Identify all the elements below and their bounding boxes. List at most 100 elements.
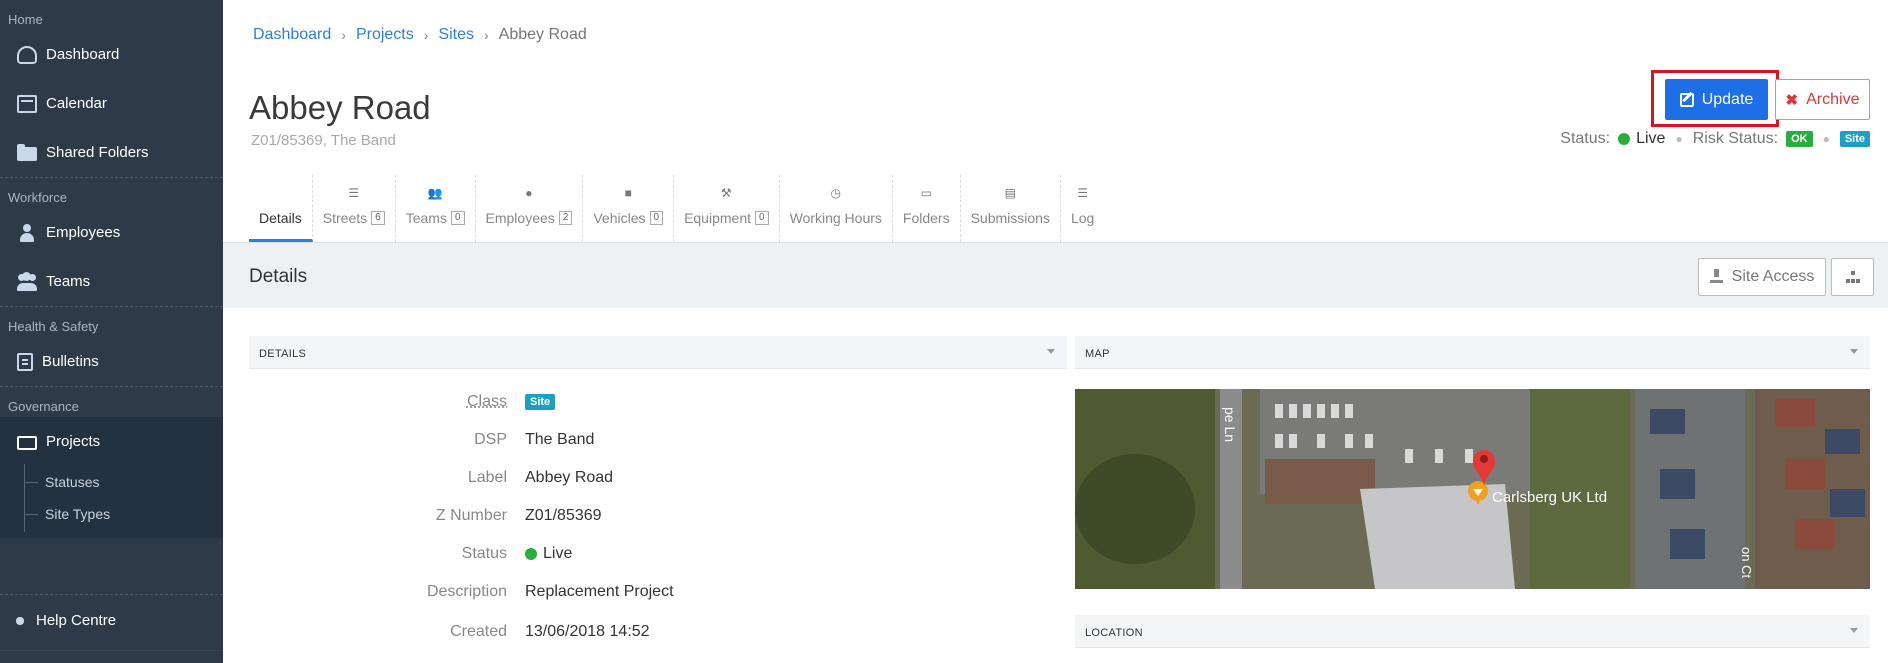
sidebar-item-teams[interactable]: Teams — [0, 257, 223, 306]
field-label: Z Number — [435, 507, 507, 524]
sidebar-item-shared-folders[interactable]: Shared Folders — [0, 128, 223, 177]
satellite-map[interactable]: pe Ln on Ct Carlsberg UK Ltd — [1075, 389, 1870, 589]
breadcrumb-dashboard[interactable]: Dashboard — [253, 26, 331, 44]
sidebar-item-projects[interactable]: Projects — [0, 417, 223, 466]
user-icon — [17, 223, 37, 242]
section-header: Details Site Access — [223, 242, 1888, 308]
tab-streets[interactable]: ☰ Streets 6 — [313, 175, 396, 242]
sidebar-section-label: Governance — [8, 399, 79, 414]
tab-teams[interactable]: 👥 Teams 0 — [396, 175, 476, 242]
sidebar-item-calendar[interactable]: Calendar — [0, 79, 223, 128]
sidebar-item-help-centre[interactable]: Help Centre — [0, 594, 223, 646]
tab-submissions[interactable]: ▤ Submissions — [961, 175, 1061, 242]
download-icon — [1709, 269, 1723, 283]
sidebar-item-label: Bulletins — [42, 353, 99, 370]
tab-count: 6 — [371, 211, 385, 225]
sitemap-icon — [1845, 271, 1860, 283]
status-dot-icon — [1618, 133, 1631, 145]
tab-label: Vehicles — [593, 210, 646, 226]
sidebar-subitem-statuses[interactable]: Statuses — [0, 464, 223, 500]
sidebar-subitem-site-types[interactable]: Site Types — [0, 496, 223, 532]
field-label: Description — [426, 583, 507, 600]
risk-status-badge: OK — [1786, 131, 1813, 147]
sidebar-item-bulletins[interactable]: Bulletins — [0, 337, 223, 386]
hierarchy-button[interactable] — [1831, 258, 1874, 296]
class-badge: Site — [1839, 131, 1870, 147]
tab-label: Folders — [902, 210, 950, 226]
field-description: Description Replacement Project — [249, 577, 1049, 607]
list-icon: ☰ — [348, 186, 360, 200]
site-access-label: Site Access — [1731, 268, 1815, 285]
chevron-right-icon: › — [423, 27, 429, 43]
sidebar-item-label: Employees — [46, 224, 121, 241]
tab-label: Log — [1070, 210, 1095, 226]
sidebar-section-health-safety: Health & Safety Bulletins — [0, 307, 223, 387]
users-icon: 👥 — [427, 186, 443, 200]
tab-vehicles[interactable]: ■ Vehicles 0 — [583, 175, 675, 242]
tab-folders[interactable]: ▭ Folders — [893, 175, 961, 242]
tab-label: Details — [259, 210, 302, 226]
details-panel-header[interactable]: DETAILS — [249, 336, 1067, 369]
status-dot-icon — [525, 548, 537, 560]
tab-label: Teams — [405, 210, 447, 226]
field-label: Created — [450, 623, 507, 640]
caret-down-icon — [1850, 628, 1858, 633]
sidebar-item-label: Teams — [46, 273, 91, 290]
field-label: Label — [467, 469, 507, 486]
field-value: Z01/85369 — [525, 507, 602, 524]
tab-label: Equipment — [684, 210, 751, 226]
sidebar-section-home: Home Dashboard Calendar Shared Folders — [0, 0, 223, 178]
breadcrumb-sites[interactable]: Sites — [438, 26, 474, 44]
caret-down-icon — [1047, 349, 1055, 354]
sidebar-item-label: Help Centre — [36, 612, 117, 629]
sidebar-footer — [0, 650, 223, 663]
update-button-label: Update — [1701, 90, 1754, 108]
sidebar-item-label: Calendar — [46, 95, 107, 112]
field-value: The Band — [525, 431, 595, 448]
sidebar-item-dashboard[interactable]: Dashboard — [0, 30, 223, 79]
place-label: Carlsberg UK Ltd — [1492, 489, 1607, 506]
calendar-icon — [17, 94, 37, 113]
tab-equipment[interactable]: ⚒ Equipment 0 — [674, 175, 780, 242]
breadcrumb: Dashboard › Projects › Sites › Abbey Roa… — [253, 26, 587, 44]
tab-label: Streets — [322, 210, 368, 226]
list-icon: ☰ — [1077, 186, 1089, 200]
edit-icon — [1679, 92, 1694, 107]
users-icon — [17, 273, 37, 291]
tab-log[interactable]: ☰ Log — [1061, 175, 1104, 242]
caret-down-icon — [1850, 349, 1858, 354]
field-dsp: DSP The Band — [249, 425, 1049, 455]
tab-count: 0 — [450, 211, 465, 225]
user-icon: ● — [525, 186, 533, 200]
status-label: Status: — [1560, 130, 1611, 147]
sidebar-section-label: Health & Safety — [8, 319, 99, 334]
field-created: Created 13/06/2018 14:52 — [249, 617, 1049, 647]
field-label-row: Label Abbey Road — [249, 463, 1049, 493]
separator-dot: ● — [1675, 132, 1683, 146]
tab-employees[interactable]: ● Employees 2 — [476, 175, 584, 242]
tab-count: 0 — [755, 211, 769, 225]
tab-working-hours[interactable]: ◷ Working Hours — [780, 175, 893, 242]
breadcrumb-projects[interactable]: Projects — [356, 26, 414, 44]
sidebar-section-label: Workforce — [8, 190, 67, 205]
archive-button[interactable]: ✖ Archive — [1775, 79, 1870, 120]
tab-label: Working Hours — [789, 210, 882, 226]
sidebar-section-workforce: Workforce Employees Teams — [0, 178, 223, 307]
sidebar-section-label: Home — [8, 12, 43, 27]
class-badge: Site — [525, 394, 556, 410]
field-class: Class Site — [249, 387, 1049, 417]
location-panel-header[interactable]: LOCATION — [1075, 615, 1870, 648]
section-title: Details — [249, 266, 308, 287]
site-access-button[interactable]: Site Access — [1698, 258, 1826, 296]
sidebar-item-label: Projects — [46, 433, 101, 450]
sidebar-item-employees[interactable]: Employees — [0, 208, 223, 257]
status-line: Status: Live ● Risk Status: OK ● Site — [1560, 130, 1870, 148]
tab-details[interactable]: Details — [249, 175, 313, 242]
folder-icon: ▭ — [920, 186, 932, 200]
map-panel-header[interactable]: MAP — [1075, 336, 1870, 369]
file-icon: ▤ — [1004, 186, 1016, 200]
update-button[interactable]: Update — [1665, 79, 1768, 120]
folder-open-icon — [17, 435, 37, 450]
status-value: Live — [1636, 130, 1666, 147]
panel-title: MAP — [1085, 348, 1110, 360]
